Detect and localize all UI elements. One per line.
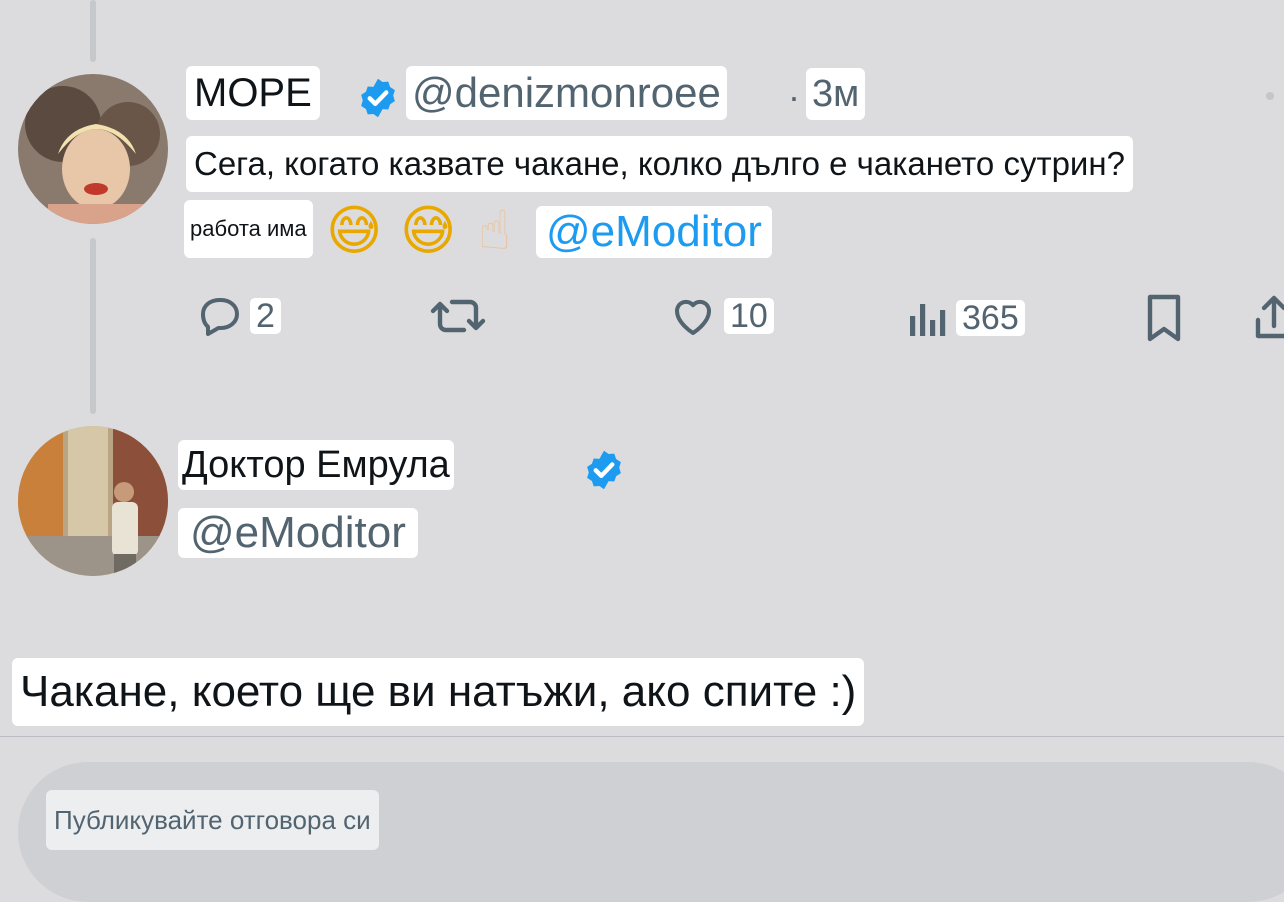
- divider: [0, 736, 1284, 737]
- retweet-icon: [430, 299, 486, 333]
- reply-author-name[interactable]: Доктор Емрула: [178, 440, 454, 490]
- reply-author-avatar[interactable]: [18, 426, 168, 576]
- reply-text: Чакане, което ще ви натъжи, ако спите :): [12, 658, 865, 726]
- post-author-avatar[interactable]: [18, 74, 168, 224]
- views-icon: [910, 304, 946, 336]
- avatar-image: [18, 74, 168, 224]
- heart-icon: [674, 299, 712, 335]
- verified-badge-icon: [587, 450, 621, 490]
- share-button[interactable]: [1254, 292, 1284, 344]
- reply-input-placeholder[interactable]: Публикувайте отговора си: [46, 790, 379, 850]
- header-separator: ·: [788, 76, 800, 117]
- post-author-name[interactable]: МОРЕ: [186, 66, 320, 120]
- avatar-image: [18, 426, 168, 576]
- bookmark-icon: [1147, 294, 1181, 342]
- post-mention-link[interactable]: @eModitor: [536, 206, 772, 258]
- like-button[interactable]: 10: [668, 292, 774, 340]
- reply-author-handle[interactable]: @eModitor: [178, 508, 418, 558]
- reply-button[interactable]: 2: [196, 292, 281, 340]
- thread-line-middle: [90, 238, 96, 414]
- more-options-dot[interactable]: [1266, 92, 1274, 100]
- reply-icon: [201, 298, 239, 336]
- post-text-line1: Сега, когато казвате чакане, колко дълго…: [186, 136, 1133, 192]
- like-count: 10: [724, 298, 774, 334]
- post-timestamp[interactable]: 3м: [806, 68, 866, 120]
- post-text-prefix: работа има: [184, 200, 313, 258]
- verified-badge-icon: [361, 78, 395, 118]
- post-author-handle[interactable]: @denizmonroee: [406, 66, 727, 120]
- retweet-button[interactable]: [430, 292, 486, 340]
- emoji-sweat-smile-1: 😅: [326, 201, 383, 261]
- emoji-pointing-up: ☝: [478, 201, 511, 261]
- bookmark-button[interactable]: [1140, 292, 1188, 344]
- thread-line-top: [90, 0, 96, 62]
- reply-count: 2: [250, 298, 281, 334]
- views-button[interactable]: 365: [906, 296, 1025, 340]
- emoji-sweat-smile-2: 😅: [400, 201, 457, 261]
- share-icon: [1255, 295, 1284, 339]
- views-count: 365: [956, 300, 1025, 336]
